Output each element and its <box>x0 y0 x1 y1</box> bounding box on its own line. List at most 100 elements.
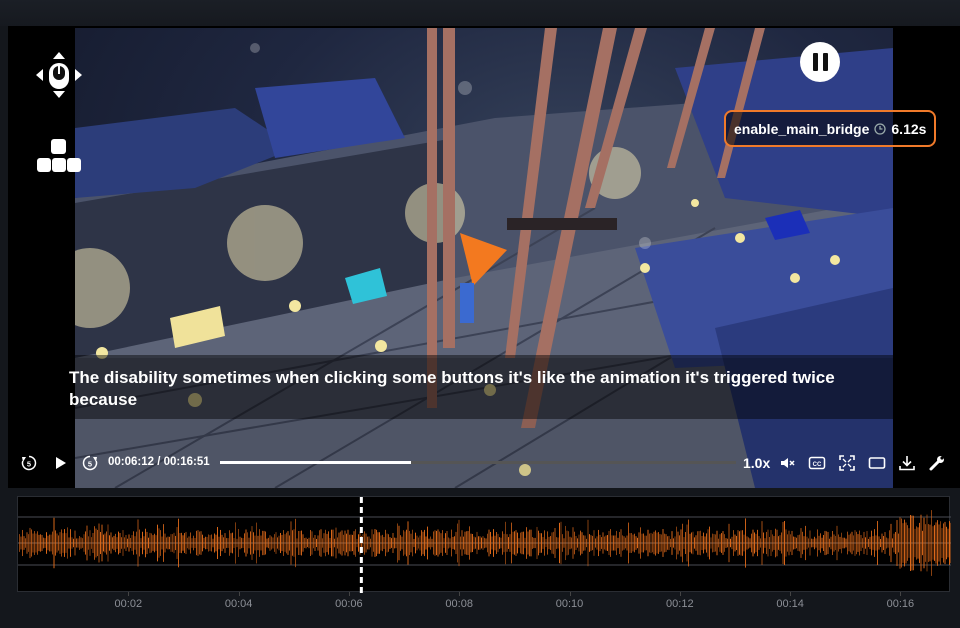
waveform-bar <box>43 537 44 549</box>
waveform-bar <box>296 538 298 548</box>
waveform-bar <box>272 537 274 549</box>
waveform-bar <box>122 530 124 556</box>
waveform-bar <box>121 537 122 549</box>
waveform-bar <box>616 530 617 556</box>
waveform-bar <box>71 537 73 549</box>
waveform-bar <box>568 531 569 555</box>
tick-label: 00:16 <box>886 598 915 610</box>
overlay-tools <box>34 50 84 214</box>
rewind-5-icon[interactable]: 5 <box>20 454 38 472</box>
waveform-bar <box>353 531 355 555</box>
waveform-bar <box>284 534 286 552</box>
tick-mark <box>790 592 792 596</box>
waveform-bar <box>199 531 200 555</box>
blocks-icon[interactable] <box>34 132 84 182</box>
waveform-bar <box>209 535 211 551</box>
waveform-bar <box>782 522 784 564</box>
waveform-bar <box>538 530 539 556</box>
captions-icon[interactable]: CC <box>808 454 826 472</box>
waveform-bar <box>935 522 937 564</box>
waveform-bar <box>143 536 145 550</box>
waveform-bar <box>157 524 158 562</box>
pause-icon <box>812 53 818 71</box>
waveform-bar <box>47 535 49 551</box>
download-icon[interactable] <box>898 454 916 472</box>
waveform-bar <box>943 523 944 563</box>
seek-bar[interactable] <box>220 461 736 464</box>
event-tag[interactable]: enable_main_bridge 6.12s <box>724 110 937 147</box>
waveform-bar <box>595 538 596 548</box>
waveform-bar <box>736 535 737 551</box>
waveform-bar <box>196 530 197 556</box>
waveform-bar <box>901 518 902 568</box>
mute-icon[interactable] <box>779 454 797 472</box>
playback-speed-button[interactable]: 1.0x <box>743 455 770 471</box>
forward-5-icon[interactable]: 5 <box>81 454 99 472</box>
waveform-bar <box>463 536 464 550</box>
waveform-bar <box>590 535 592 551</box>
waveform-bar <box>733 530 734 556</box>
waveform-bar <box>553 531 554 555</box>
waveform-bar <box>139 529 140 557</box>
waveform-bar <box>95 528 97 558</box>
pause-button[interactable] <box>800 42 840 82</box>
theater-mode-icon[interactable] <box>868 454 886 472</box>
clock-icon <box>874 122 887 135</box>
waveform-bar <box>812 538 814 548</box>
waveform-bar <box>815 538 817 548</box>
waveform-bar <box>436 530 437 556</box>
waveform-bar <box>112 537 113 549</box>
waveform-bar <box>881 533 883 553</box>
waveform-bar <box>758 536 760 550</box>
waveform-bar <box>131 535 133 551</box>
waveform-bar <box>850 533 851 553</box>
fullscreen-icon[interactable] <box>838 454 856 472</box>
waveform-bar <box>670 538 671 548</box>
waveform-bar <box>107 524 109 562</box>
waveform-bar <box>548 536 550 550</box>
waveform-bar <box>911 515 913 571</box>
waveform-bar <box>766 531 767 555</box>
waveform-bar <box>749 538 751 548</box>
waveform-bar <box>533 537 535 549</box>
waveform-bar <box>287 531 289 555</box>
waveform-bar <box>787 534 788 552</box>
mouse-move-icon[interactable] <box>34 50 84 100</box>
waveform-bar <box>821 537 823 549</box>
waveform-bar <box>521 531 523 555</box>
video-frame[interactable] <box>75 28 893 488</box>
waveform-bar <box>946 526 947 560</box>
waveform-bar <box>793 536 794 550</box>
waveform-bar <box>569 536 571 550</box>
waveform-bar <box>265 531 266 555</box>
waveform-bar <box>791 530 793 556</box>
waveform-bar <box>331 529 332 557</box>
waveform-bar <box>598 529 599 557</box>
waveform-bar <box>950 522 951 564</box>
waveform-bar <box>539 533 541 553</box>
waveform-bar <box>164 533 166 553</box>
waveform-bar <box>368 536 370 550</box>
waveform-bar <box>124 537 125 549</box>
waveform-bar <box>490 531 491 555</box>
waveform-bar <box>461 530 463 556</box>
waveform-bar <box>187 537 188 549</box>
play-icon[interactable] <box>51 454 69 472</box>
waveform-bar <box>700 530 701 556</box>
waveform-bar <box>566 530 568 556</box>
video-player[interactable]: enable_main_bridge 6.12s The disability … <box>8 26 960 488</box>
waveform-bar <box>706 533 707 553</box>
waveform-bar <box>676 526 677 560</box>
waveform-bar <box>656 532 658 554</box>
waveform-bar <box>557 537 559 549</box>
waveform-bar <box>586 538 587 548</box>
settings-wrench-icon[interactable] <box>928 454 946 472</box>
waveform-bar <box>563 538 565 548</box>
waveform-bar <box>113 535 115 551</box>
waveform-bar <box>860 534 862 552</box>
waveform-bar <box>515 530 517 556</box>
waveform-bar <box>839 536 841 550</box>
waveform-bar <box>584 535 586 551</box>
waveform-bar <box>622 535 623 551</box>
audio-waveform-timeline[interactable] <box>17 496 951 593</box>
